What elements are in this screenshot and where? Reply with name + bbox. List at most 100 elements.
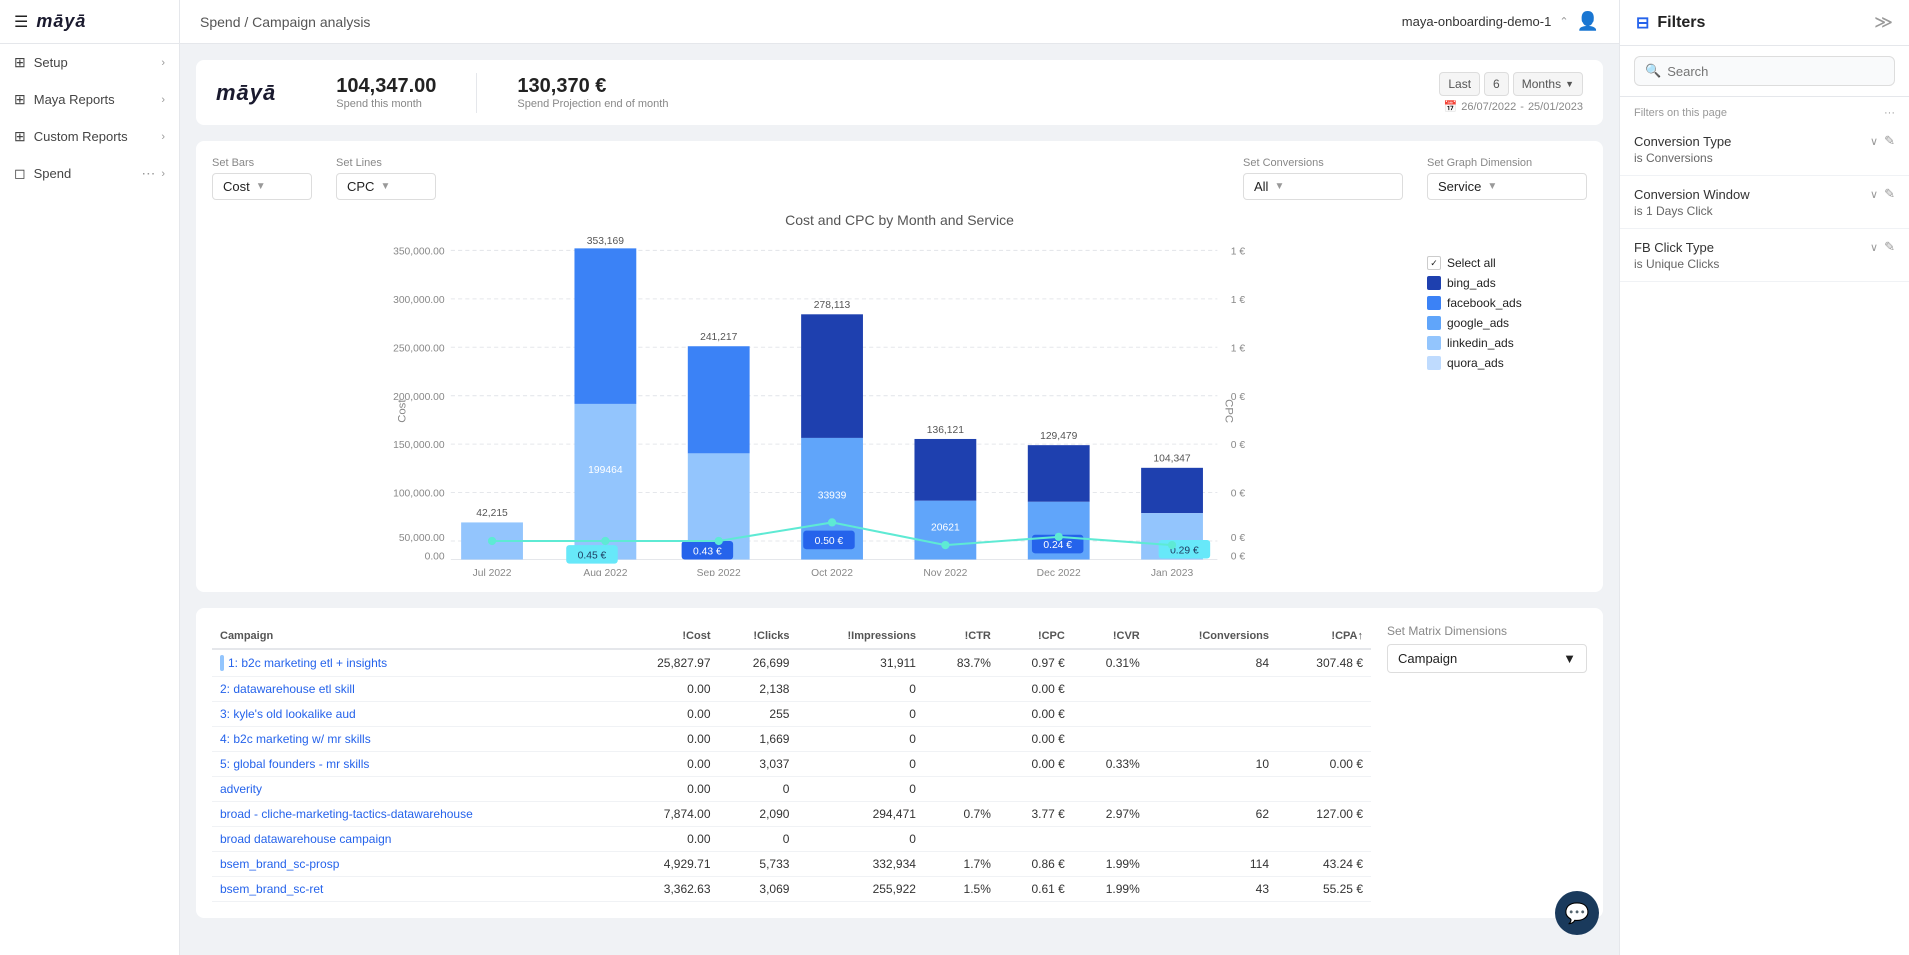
legend-bing-ads[interactable]: bing_ads	[1427, 276, 1587, 290]
filter-conversion-type-value: is Conversions	[1634, 151, 1895, 165]
spend-label: Spend this month	[336, 98, 436, 110]
filters-on-page-label: Filters on this page ···	[1620, 97, 1909, 123]
table-cell-3-7	[1148, 727, 1277, 752]
filters-collapse-icon[interactable]: ≫	[1874, 12, 1893, 33]
maya-logo-main: māyā	[216, 80, 276, 106]
main-content: Spend / Campaign analysis maya-onboardin…	[180, 0, 1619, 955]
projection-value: 130,370 €	[517, 75, 668, 98]
fb-click-type-edit-icon[interactable]: ✎	[1884, 239, 1895, 255]
table-side: Set Matrix Dimensions Campaign ▼	[1387, 624, 1587, 902]
filter-fb-click-type: FB Click Type ∨ ✎ is Unique Clicks	[1620, 229, 1909, 282]
table-cell-1-0[interactable]: 2: datawarehouse etl skill	[212, 677, 615, 702]
legend-google-ads[interactable]: google_ads	[1427, 316, 1587, 330]
conversion-window-edit-icon[interactable]: ✎	[1884, 186, 1895, 202]
chart-svg: 350,000.00 300,000.00 250,000.00 200,000…	[212, 236, 1415, 576]
svg-text:0.43 €: 0.43 €	[693, 546, 722, 557]
sidebar-header: ☰ māyā	[0, 0, 179, 44]
table-row: 1: b2c marketing etl + insights25,827.97…	[212, 649, 1371, 677]
conversion-window-chevron-icon[interactable]: ∨	[1870, 188, 1878, 201]
filter-conversion-window: Conversion Window ∨ ✎ is 1 Days Click	[1620, 176, 1909, 229]
table-cell-0-3: 31,911	[797, 649, 924, 677]
table-cell-8-1: 4,929.71	[615, 852, 719, 877]
dimension-chevron-icon: ▼	[1563, 651, 1576, 666]
chart-legend: ✓ Select all bing_ads facebook_ads googl…	[1427, 236, 1587, 576]
set-lines-select[interactable]: CPC ▼	[336, 173, 436, 200]
legend-quora-ads[interactable]: quora_ads	[1427, 356, 1587, 370]
conversion-type-edit-icon[interactable]: ✎	[1884, 133, 1895, 149]
legend-check-all[interactable]: ✓	[1427, 256, 1441, 270]
col-conversions[interactable]: !Conversions	[1148, 624, 1277, 649]
table-cell-9-3: 255,922	[797, 877, 924, 902]
col-cpa[interactable]: !CPA↑	[1277, 624, 1371, 649]
table-cell-8-0[interactable]: bsem_brand_sc-prosp	[212, 852, 615, 877]
search-box[interactable]: 🔍	[1634, 56, 1895, 86]
table-cell-2-0[interactable]: 3: kyle's old lookalike aud	[212, 702, 615, 727]
table-cell-7-0[interactable]: broad datawarehouse campaign	[212, 827, 615, 852]
table-cell-0-0[interactable]: 1: b2c marketing etl + insights	[212, 649, 615, 677]
legend-facebook-ads[interactable]: facebook_ads	[1427, 296, 1587, 310]
set-bars-value: Cost	[223, 179, 250, 194]
cpc-dot-dec	[1055, 533, 1063, 541]
set-graph-dimension-select[interactable]: Service ▼	[1427, 173, 1587, 200]
fb-click-type-chevron-icon[interactable]: ∨	[1870, 241, 1878, 254]
filters-more-icon[interactable]: ···	[1884, 107, 1895, 119]
col-cpc[interactable]: !CPC	[999, 624, 1073, 649]
search-icon: 🔍	[1645, 63, 1661, 79]
col-impressions[interactable]: !Impressions	[797, 624, 924, 649]
table-cell-8-2: 5,733	[719, 852, 798, 877]
table-cell-7-4	[924, 827, 999, 852]
chart-section: Set Bars Cost ▼ Set Lines CPC ▼ Set Conv…	[196, 141, 1603, 592]
search-input[interactable]	[1667, 64, 1884, 79]
set-bars-control: Set Bars Cost ▼	[212, 157, 312, 200]
svg-text:Aug 2022: Aug 2022	[583, 568, 627, 576]
table-cell-3-0[interactable]: 4: b2c marketing w/ mr skills	[212, 727, 615, 752]
spend-more-icon[interactable]: ⋯	[141, 165, 155, 182]
table-cell-5-2: 0	[719, 777, 798, 802]
count-button[interactable]: 6	[1484, 72, 1509, 96]
sidebar-item-custom-reports[interactable]: ⊞ Custom Reports ›	[0, 118, 179, 155]
account-chevron-icon[interactable]: ⌃	[1559, 15, 1568, 28]
table-cell-4-0[interactable]: 5: global founders - mr skills	[212, 752, 615, 777]
conversion-type-chevron-icon[interactable]: ∨	[1870, 135, 1878, 148]
spend-chevron-icon: ›	[161, 168, 165, 180]
svg-text:129,479: 129,479	[1040, 431, 1077, 442]
data-table: Campaign !Cost !Clicks !Impressions !CTR…	[212, 624, 1371, 902]
table-cell-6-8: 127.00 €	[1277, 802, 1371, 827]
col-clicks[interactable]: !Clicks	[719, 624, 798, 649]
table-cell-8-5: 0.86 €	[999, 852, 1073, 877]
sidebar-item-setup[interactable]: ⊞ Setup ›	[0, 44, 179, 81]
projection-label: Spend Projection end of month	[517, 98, 668, 110]
table-cell-2-7	[1148, 702, 1277, 727]
bar-oct-bing	[801, 314, 863, 438]
col-cost[interactable]: !Cost	[615, 624, 719, 649]
table-cell-4-4	[924, 752, 999, 777]
set-conversions-select[interactable]: All ▼	[1243, 173, 1403, 200]
chat-bubble[interactable]: 💬	[1555, 891, 1599, 935]
table-cell-6-0[interactable]: broad - cliche-marketing-tactics-datawar…	[212, 802, 615, 827]
table-cell-5-3: 0	[797, 777, 924, 802]
calendar-icon: 📅	[1444, 100, 1458, 113]
legend-linkedin-ads[interactable]: linkedin_ads	[1427, 336, 1587, 350]
set-bars-select[interactable]: Cost ▼	[212, 173, 312, 200]
hamburger-icon[interactable]: ☰	[14, 12, 28, 32]
legend-color-quora	[1427, 356, 1441, 370]
col-cvr[interactable]: !CVR	[1073, 624, 1148, 649]
svg-text:241,217: 241,217	[700, 332, 737, 343]
col-campaign[interactable]: Campaign	[212, 624, 615, 649]
table-cell-6-2: 2,090	[719, 802, 798, 827]
projection-stat: 130,370 € Spend Projection end of month	[517, 75, 668, 110]
legend-select-all[interactable]: ✓ Select all	[1427, 256, 1587, 270]
user-icon[interactable]: 👤	[1577, 11, 1599, 32]
table-cell-4-8: 0.00 €	[1277, 752, 1371, 777]
col-ctr[interactable]: !CTR	[924, 624, 999, 649]
months-button[interactable]: Months▼	[1513, 72, 1583, 96]
table-cell-9-0[interactable]: bsem_brand_sc-ret	[212, 877, 615, 902]
filters-title: ⊟ Filters	[1636, 13, 1705, 33]
sidebar-item-spend[interactable]: ◻ Spend ⋯ ›	[0, 155, 179, 192]
table-cell-5-0[interactable]: adverity	[212, 777, 615, 802]
sidebar-item-maya-reports[interactable]: ⊞ Maya Reports ›	[0, 81, 179, 118]
dimension-select[interactable]: Campaign ▼	[1387, 644, 1587, 673]
cpc-dot-jan	[1168, 541, 1176, 549]
table-cell-6-4: 0.7%	[924, 802, 999, 827]
last-button[interactable]: Last	[1439, 72, 1480, 96]
